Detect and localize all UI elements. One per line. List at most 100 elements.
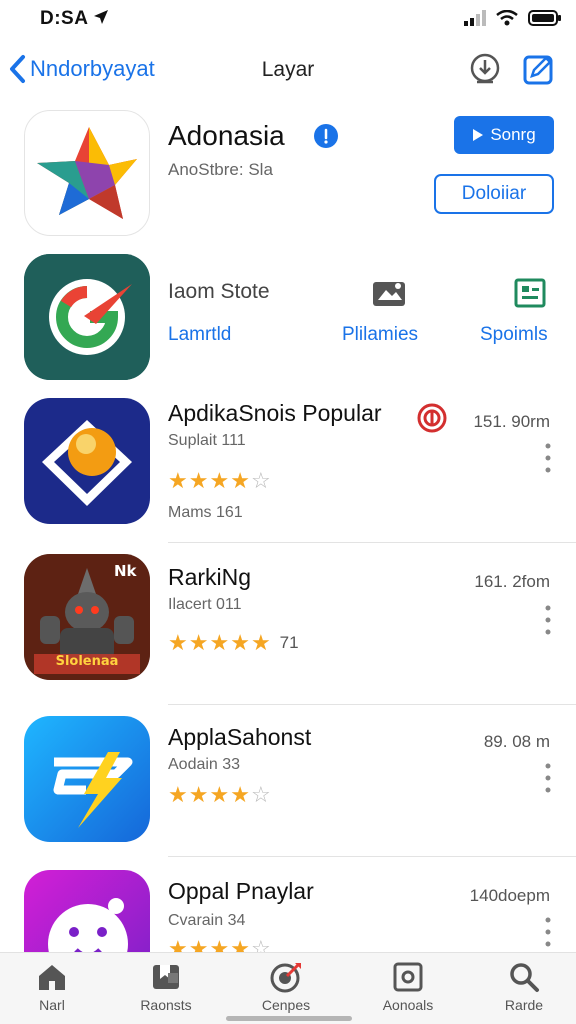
store-title: Iaom Stote [168, 280, 270, 303]
star-icon: ★ [188, 468, 209, 493]
store-link-1[interactable]: Lamrtld [168, 324, 231, 346]
app-icon[interactable] [24, 870, 150, 952]
list-item[interactable]: ApplaSahonst Aodain 33 ★ ★ ★ ★ ☆ 89. 08 m [0, 716, 576, 872]
tab-label: Raonsts [140, 997, 192, 1013]
star-icon: ★ [168, 468, 188, 493]
app-icon[interactable] [24, 716, 150, 842]
list-item[interactable]: Oppal Pnaylar Cvarain 34 ★ ★ ★ ★ ☆ 140doepm [0, 870, 576, 952]
star-logo-icon [37, 127, 137, 219]
star-icon: ★ [209, 468, 230, 493]
home-indicator [226, 1016, 352, 1021]
rating-stars: ★ ★ ★ ★ ☆ [168, 784, 271, 806]
app-extra: Mams 161 [168, 504, 243, 521]
download-button[interactable]: Doloiiar [434, 174, 554, 214]
featured-app-name: Adonasia [168, 120, 285, 151]
battery-icon [528, 10, 561, 26]
divider [168, 542, 576, 543]
rating-stars: ★ ★ ★ ★ ☆ [168, 470, 271, 492]
store-section: Iaom Stote Lamrtld Plilamies Spoimls [0, 248, 576, 383]
store-link-3[interactable]: Spoimls [480, 324, 548, 346]
star-icon: ★ [209, 782, 230, 807]
star-icon: ★ [168, 630, 188, 655]
app-title: ApplaSahonst [168, 724, 312, 750]
verified-badge-icon [314, 124, 338, 148]
app-icon[interactable] [24, 398, 150, 524]
tab-bar: Narl Raonsts Cenpes Aonoals Rarde [0, 952, 576, 1024]
tab-home[interactable]: Narl [2, 961, 102, 1013]
star-icon: ☆ [250, 468, 271, 493]
ghost-face-icon [24, 870, 150, 952]
star-icon: ★ [209, 630, 230, 655]
status-time: D:SA [40, 8, 89, 29]
star-icon: ★ [230, 630, 250, 655]
signal-icon [464, 10, 486, 26]
store-app-icon[interactable] [24, 254, 150, 380]
rating-count: 71 [279, 633, 299, 652]
grid-icon[interactable] [514, 278, 546, 308]
home-icon [39, 965, 65, 990]
edit-icon[interactable] [522, 52, 556, 86]
apps-icon [393, 962, 423, 992]
list-item[interactable]: Slolenaa Nk RarkiNg Ilacert 011 ★ ★ ★ ★ ★ 71 … [0, 554, 576, 710]
star-icon: ☆ [250, 782, 271, 807]
more-vertical-icon[interactable] [540, 440, 556, 476]
app-subtitle: Cvarain 34 [168, 912, 246, 929]
status-icons [464, 10, 562, 26]
divider [168, 704, 576, 705]
app-icon-text: Slolenaa [55, 654, 119, 669]
get-button-label: Sonrg [490, 125, 536, 144]
list-item[interactable]: ApdikaSnois Popular Suplait 111 ★ ★ ★ ★ ☆ Ma… [0, 390, 576, 546]
tab-games[interactable]: Cenpes [236, 961, 336, 1013]
more-vertical-icon[interactable] [540, 602, 556, 638]
get-button[interactable]: Sonrg [454, 116, 554, 154]
tab-search[interactable]: Rarde [474, 961, 574, 1013]
tab-apps[interactable]: Aonoals [358, 961, 458, 1013]
star-icon: ☆ [250, 936, 271, 953]
more-vertical-icon[interactable] [540, 760, 556, 796]
location-arrow-icon [94, 10, 108, 24]
lightning-icon [24, 716, 150, 842]
store-logo-icon [24, 254, 150, 380]
star-icon: ★ [230, 468, 250, 493]
rating-stars: ★ ★ ★ ★ ☆ [168, 936, 271, 953]
star-icon: ★ [168, 782, 188, 807]
app-title: RarkiNg [168, 564, 252, 590]
featured-app-icon[interactable] [24, 110, 150, 236]
diamond-ball-icon [24, 398, 150, 524]
star-icon: ★ [168, 936, 188, 953]
bookmark-icon [153, 965, 179, 989]
app-title: ApdikaSnois Popular [168, 400, 382, 426]
divider [168, 856, 576, 857]
photo-icon[interactable] [372, 278, 406, 308]
tab-bookmarks[interactable]: Raonsts [116, 961, 216, 1013]
star-icon: ★ [230, 936, 250, 953]
star-icon: ★ [250, 630, 271, 655]
app-size: 161. 2fom [474, 572, 550, 591]
status-bar: D:SA [0, 0, 576, 38]
search-icon [510, 963, 539, 992]
star-icon: ★ [230, 782, 250, 807]
app-size: 151. 90rm [473, 412, 550, 431]
games-icon [270, 962, 301, 993]
store-link-2[interactable]: Plilamies [342, 324, 418, 346]
more-vertical-icon[interactable] [540, 914, 556, 950]
star-icon: ★ [188, 630, 209, 655]
wifi-icon [496, 10, 518, 26]
app-subtitle: Aodain 33 [168, 756, 241, 773]
app-title: Oppal Pnaylar [168, 878, 314, 904]
featured-app[interactable]: Adonasia AnoStbre: Sla Sonrg Doloiiar [0, 104, 576, 244]
tab-label: Narl [39, 997, 65, 1013]
star-icon: ★ [188, 936, 209, 953]
star-icon: ★ [188, 782, 209, 807]
app-size: 140doepm [469, 886, 550, 905]
star-icon: ★ [209, 936, 230, 953]
download-icon[interactable] [468, 52, 502, 86]
play-icon [473, 129, 484, 141]
tab-label: Aonoals [382, 997, 434, 1013]
app-subtitle: Suplait 111 [168, 432, 246, 449]
featured-app-subtitle: AnoStbre: Sla [168, 160, 273, 179]
navigation-bar: Nndorbyayat Layar [0, 44, 576, 100]
app-subtitle: Ilacert 011 [168, 596, 242, 613]
red-badge-icon [417, 403, 447, 433]
tab-label: Rarde [504, 997, 544, 1013]
